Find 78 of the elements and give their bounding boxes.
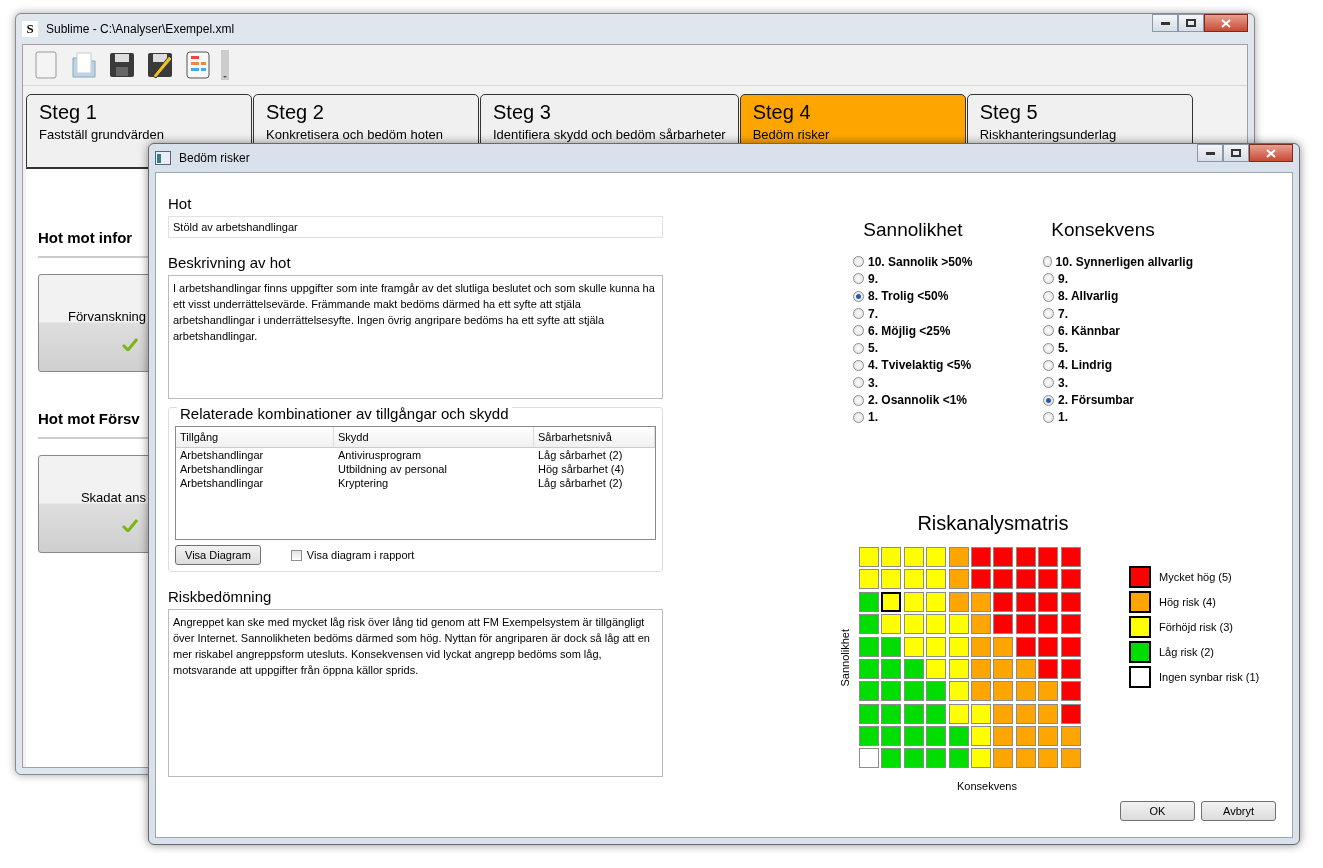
legend-label: Hög risk (4) [1159, 595, 1216, 608]
maximize-icon [1231, 149, 1241, 157]
radio-option[interactable]: 5. [853, 339, 1003, 357]
table-cell-text: Arbetshandlingar [179, 476, 265, 490]
matrix-title: Riskanalysmatris [916, 511, 1070, 535]
radio-option[interactable]: 2. Osannolik <1% [853, 391, 1003, 409]
minimize-icon [1160, 21, 1170, 25]
app-icon: S [22, 21, 38, 37]
close-icon [1221, 18, 1231, 28]
legend-label: Ingen synbar risk (1) [1159, 670, 1260, 683]
table-cell-text: Antivirusprogram [337, 448, 423, 462]
table-cell-text: Arbetshandlingar [179, 462, 265, 476]
group-title: Relaterade kombinationer av tillgångar och skydd [177, 405, 512, 422]
group-heading: Sannolikhet [862, 219, 964, 241]
floppy-disk-button[interactable] [107, 50, 137, 80]
field-label: Riskbedömning [168, 588, 273, 605]
radio-option[interactable]: 10. Sannolik >50% [853, 253, 1003, 271]
legend-label: Mycket hög (5) [1159, 570, 1232, 583]
table-cell-text: Hög sårbarhet (4) [537, 462, 626, 476]
column-header[interactable]: Sårbarhetsnivå [534, 427, 655, 447]
description-text-area[interactable]: I arbetshandlingar finns uppgifter som inte framgår av det slutliga beslutet och som skulle kunna ha ett visst underrättelsevärde. Främmande makt bedöms därmed ha ett syfte att stjäla arbetshandlingar i underrättelsesyfte. Ingen övrig angripare bedöms ha ett syfte att stjäla arbetshandlingar. [168, 275, 663, 399]
legend-label: Förhöjd risk (3) [1159, 620, 1233, 633]
minimize-button[interactable] [1197, 144, 1223, 162]
field-label: Hot [168, 195, 193, 212]
floppy-pencil-button[interactable] [145, 50, 175, 80]
dialog-title: Bedöm risker [179, 151, 251, 165]
radio-option[interactable]: 5. [1043, 339, 1193, 357]
column-header[interactable]: Skydd [334, 427, 534, 447]
assessment-text-area[interactable]: Angreppet kan ske med mycket låg risk över lång tid genom att FM Exempelsystem är tillgängligt över Internet. Sannolikheten bedöms därmed som hög. Nyttan för angriparen är dock så låg att en mer riskabel angreppsform utesluts. Konsekvensen vid lyckat angrepp bedöms som låg, motsvarande att uppgifter från öppna källor sprids. [168, 609, 663, 777]
maximize-button[interactable] [1223, 144, 1249, 162]
threat-field[interactable]: Stöld av arbetshandlingar [168, 216, 663, 238]
maximize-button[interactable] [1178, 14, 1204, 32]
checkbox[interactable] [290, 549, 302, 561]
close-button[interactable] [1249, 144, 1293, 162]
flowchart-button[interactable] [183, 50, 213, 80]
radio-option[interactable]: 9. [1043, 270, 1193, 288]
field-label: Beskrivning av hot [168, 254, 292, 271]
radio-option[interactable]: 10. Synnerligen allvarlig [1043, 253, 1193, 271]
window-icon [155, 151, 171, 165]
radio-option[interactable]: 6. Kännbar [1043, 322, 1193, 340]
group-heading: Konsekvens [1050, 219, 1156, 241]
axis-label: Sannolikhet [839, 628, 851, 687]
threat-card[interactable]: Skadat ans [38, 455, 151, 553]
radio-option[interactable]: 1. [1043, 408, 1193, 426]
floppy-pencil-icon [145, 50, 175, 80]
close-button[interactable] [1204, 14, 1248, 32]
maximize-icon [1186, 19, 1196, 27]
cancel-button[interactable]: Avbryt [1201, 801, 1276, 821]
legend-label: Låg risk (2) [1159, 645, 1215, 658]
radio-option[interactable]: 6. Möjlig <25% [853, 322, 1003, 340]
radio-option[interactable]: 2. Försumbar [1043, 391, 1193, 409]
radio-option[interactable]: 9. [853, 270, 1003, 288]
radio-option[interactable]: 7. [853, 304, 1003, 323]
radio-option[interactable]: 8. Trolig <50% [853, 287, 1003, 305]
radio-option[interactable]: 1. [853, 408, 1003, 426]
checkbox-label: Visa diagram i rapport [306, 549, 415, 561]
table-cell-text: Utbildning av personal [337, 462, 448, 476]
ok-button[interactable]: OK [1120, 801, 1195, 821]
radio-option[interactable]: 3. [1043, 374, 1193, 392]
folder-icon [69, 50, 99, 80]
table-cell-text: Låg sårbarhet (2) [537, 476, 624, 490]
flowchart-icon [183, 50, 213, 80]
minimize-button[interactable] [1152, 14, 1178, 32]
radio-option[interactable]: 3. [853, 374, 1003, 392]
window-title: Sublime - C:\Analyser\Exempel.xml [46, 22, 236, 36]
radio-option[interactable]: 4. Tvivelaktig <5% [853, 356, 1003, 375]
show-diagram-button[interactable]: Visa Diagram [175, 545, 261, 565]
minimize-icon [1205, 151, 1215, 155]
table-cell-text: Låg sårbarhet (2) [537, 448, 624, 462]
radio-option[interactable]: 4. Lindrig [1043, 356, 1193, 375]
table-cell-text: Kryptering [337, 476, 390, 490]
radio-option[interactable]: 8. Allvarlig [1043, 287, 1193, 305]
axis-label: Konsekvens [957, 780, 1018, 793]
column-header[interactable]: Tillgång [176, 427, 334, 447]
radio-option[interactable]: 7. [1043, 304, 1193, 323]
table-cell-text: Arbetshandlingar [179, 448, 265, 462]
close-icon [1266, 148, 1276, 158]
threat-card[interactable]: Förvanskning [38, 274, 151, 372]
